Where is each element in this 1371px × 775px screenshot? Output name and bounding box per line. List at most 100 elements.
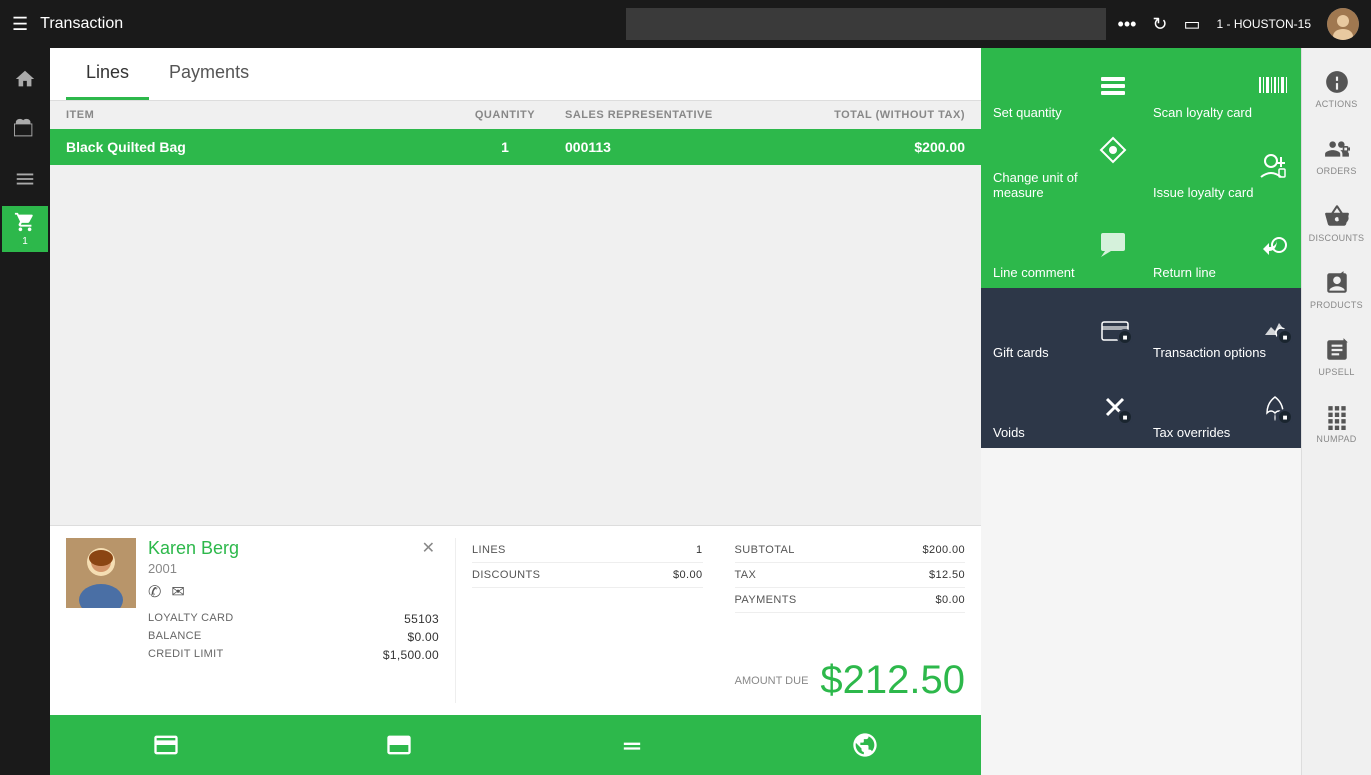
left-sidebar: 1 — [0, 48, 50, 775]
row-quantity: 1 — [445, 139, 565, 155]
avatar[interactable] — [1327, 8, 1359, 40]
tabs: Lines Payments — [50, 48, 981, 101]
set-quantity-button[interactable]: Set quantity — [981, 48, 1141, 128]
table-row[interactable]: Black Quilted Bag 1 000113 $200.00 — [50, 129, 981, 165]
transaction-summary: LINES 1 DISCOUNTS $0.00 SUBTOTAL $200.00 — [472, 538, 965, 703]
close-customer-button[interactable]: ✕ — [422, 538, 435, 558]
topbar-title: Transaction — [40, 15, 613, 33]
set-quantity-label: Set quantity — [993, 105, 1062, 120]
discounts-value: $0.00 — [673, 569, 703, 581]
col-header-quantity: QUANTITY — [445, 109, 565, 121]
summary-col-left: LINES 1 DISCOUNTS $0.00 — [472, 538, 703, 613]
email-icon[interactable]: ✉ — [171, 582, 184, 602]
tax-overrides-label: Tax overrides — [1153, 425, 1230, 440]
line-comment-button[interactable]: Line comment — [981, 208, 1141, 288]
discounts-label: DISCOUNTS — [1309, 233, 1365, 243]
bottom-btn-globe[interactable] — [748, 715, 981, 775]
void-badge: ■ — [1117, 409, 1133, 425]
customer-contact-icons: ✆ ✉ — [148, 582, 439, 602]
credit-limit-label: CREDIT LIMIT — [148, 648, 224, 662]
issue-loyalty-button[interactable]: Issue loyalty card — [1141, 128, 1301, 208]
voids-label: Voids — [993, 425, 1025, 440]
bottom-actions — [50, 715, 981, 775]
subtotal-value: $200.00 — [922, 544, 965, 556]
summary-col-right: SUBTOTAL $200.00 TAX $12.50 PAYMENTS $0.… — [735, 538, 966, 613]
customer-avatar — [66, 538, 136, 608]
transaction-options-label: Transaction options — [1153, 345, 1266, 360]
subtotal-label: SUBTOTAL — [735, 544, 795, 556]
scan-loyalty-button[interactable]: Scan loyalty card — [1141, 48, 1301, 128]
col-header-sales-rep: SALES REPRESENTATIVE — [565, 109, 765, 121]
tax-overrides-button[interactable]: ■ Tax overrides — [1141, 368, 1301, 448]
lines-label: LINES — [472, 544, 506, 556]
amount-due: AMOUNT DUE $212.50 — [472, 650, 965, 703]
store-info: 1 - HOUSTON-15 — [1217, 17, 1311, 31]
customer-name: Karen Berg — [148, 538, 439, 559]
discounts-label: DISCOUNTS — [472, 569, 540, 581]
action-col-left: Set quantity Change unit of measure — [981, 48, 1141, 775]
return-line-button[interactable]: Return line — [1141, 208, 1301, 288]
issue-loyalty-label: Issue loyalty card — [1153, 185, 1253, 200]
gift-cards-button[interactable]: ■ Gift cards — [981, 288, 1141, 368]
sidebar-item-products[interactable] — [2, 106, 48, 152]
svg-text:%: % — [1341, 215, 1346, 221]
sidebar-item-products-right[interactable]: PRODUCTS — [1304, 257, 1369, 322]
row-item-name: Black Quilted Bag — [66, 139, 445, 155]
sidebar-item-actions[interactable]: ACTIONS — [1304, 56, 1369, 121]
numpad-label: NUMPAD — [1316, 434, 1356, 444]
sidebar-item-home[interactable] — [2, 56, 48, 102]
main-layout: 1 Lines Payments ITEM QUANTITY SALES REP… — [0, 48, 1371, 775]
hamburger-icon[interactable]: ☰ — [12, 14, 28, 35]
amount-due-label: AMOUNT DUE — [735, 675, 809, 687]
sidebar-item-discounts[interactable]: % DISCOUNTS — [1304, 190, 1369, 255]
monitor-icon[interactable]: ▭ — [1184, 14, 1201, 35]
phone-icon[interactable]: ✆ — [148, 582, 161, 602]
more-icon[interactable]: ••• — [1118, 14, 1137, 35]
sidebar-item-upsell[interactable]: UPSELL — [1304, 324, 1369, 389]
taxoverride-badge: ■ — [1277, 409, 1293, 425]
return-line-label: Return line — [1153, 265, 1216, 280]
tab-lines[interactable]: Lines — [66, 48, 149, 100]
sidebar-item-numpad[interactable]: NUMPAD — [1304, 391, 1369, 456]
sidebar-item-orders[interactable]: ORDERS — [1304, 123, 1369, 188]
customer-meta: LOYALTY CARD 55103 BALANCE $0.00 CREDIT … — [148, 612, 439, 662]
row-sales-rep: 000113 — [565, 139, 765, 155]
upsell-label: UPSELL — [1318, 367, 1354, 377]
center-area: Lines Payments ITEM QUANTITY SALES REPRE… — [50, 48, 981, 775]
action-panel: Set quantity Change unit of measure — [981, 48, 1301, 775]
row-total: $200.00 — [765, 139, 965, 155]
change-uom-label: Change unit of measure — [993, 170, 1129, 200]
scan-loyalty-label: Scan loyalty card — [1153, 105, 1252, 120]
bottom-btn-payment[interactable] — [283, 715, 516, 775]
bottom-btn-equal[interactable] — [516, 715, 749, 775]
transaction-options-button[interactable]: ■ Transaction options — [1141, 288, 1301, 368]
gift-cards-label: Gift cards — [993, 345, 1049, 360]
action-buttons-grid: Set quantity Change unit of measure — [981, 48, 1301, 775]
table-header: ITEM QUANTITY SALES REPRESENTATIVE TOTAL… — [50, 101, 981, 129]
payments-value: $0.00 — [935, 594, 965, 606]
actions-label: ACTIONS — [1315, 99, 1357, 109]
balance-value: $0.00 — [407, 630, 439, 644]
products-label: PRODUCTS — [1310, 300, 1363, 310]
search-input[interactable] — [626, 8, 1106, 40]
sidebar-item-menu[interactable] — [2, 156, 48, 202]
customer-panel: Karen Berg 2001 ✆ ✉ LOYALTY CARD 55103 B… — [50, 525, 981, 715]
tax-value: $12.50 — [929, 569, 965, 581]
right-sidebar: ACTIONS ORDERS % DISCOUNTS — [1301, 48, 1371, 775]
topbar: ☰ Transaction ••• ↻ ▭ 1 - HOUSTON-15 — [0, 0, 1371, 48]
txoptions-badge: ■ — [1277, 329, 1293, 345]
topbar-icons: ••• ↻ ▭ 1 - HOUSTON-15 — [1118, 8, 1359, 40]
refresh-icon[interactable]: ↻ — [1152, 14, 1167, 35]
voids-button[interactable]: ■ Voids — [981, 368, 1141, 448]
amount-due-value: $212.50 — [820, 658, 965, 703]
bottom-btn-cards[interactable] — [50, 715, 283, 775]
action-col-right: Scan loyalty card Issue loyalty card — [1141, 48, 1301, 775]
customer-id: 2001 — [148, 561, 439, 576]
balance-label: BALANCE — [148, 630, 201, 644]
cart-badge: 1 — [18, 235, 32, 248]
orders-label: ORDERS — [1316, 166, 1356, 176]
change-uom-button[interactable]: Change unit of measure — [981, 128, 1141, 208]
sidebar-item-cart[interactable]: 1 — [2, 206, 48, 252]
tab-payments[interactable]: Payments — [149, 48, 269, 100]
customer-details: Karen Berg 2001 ✆ ✉ LOYALTY CARD 55103 B… — [148, 538, 439, 703]
